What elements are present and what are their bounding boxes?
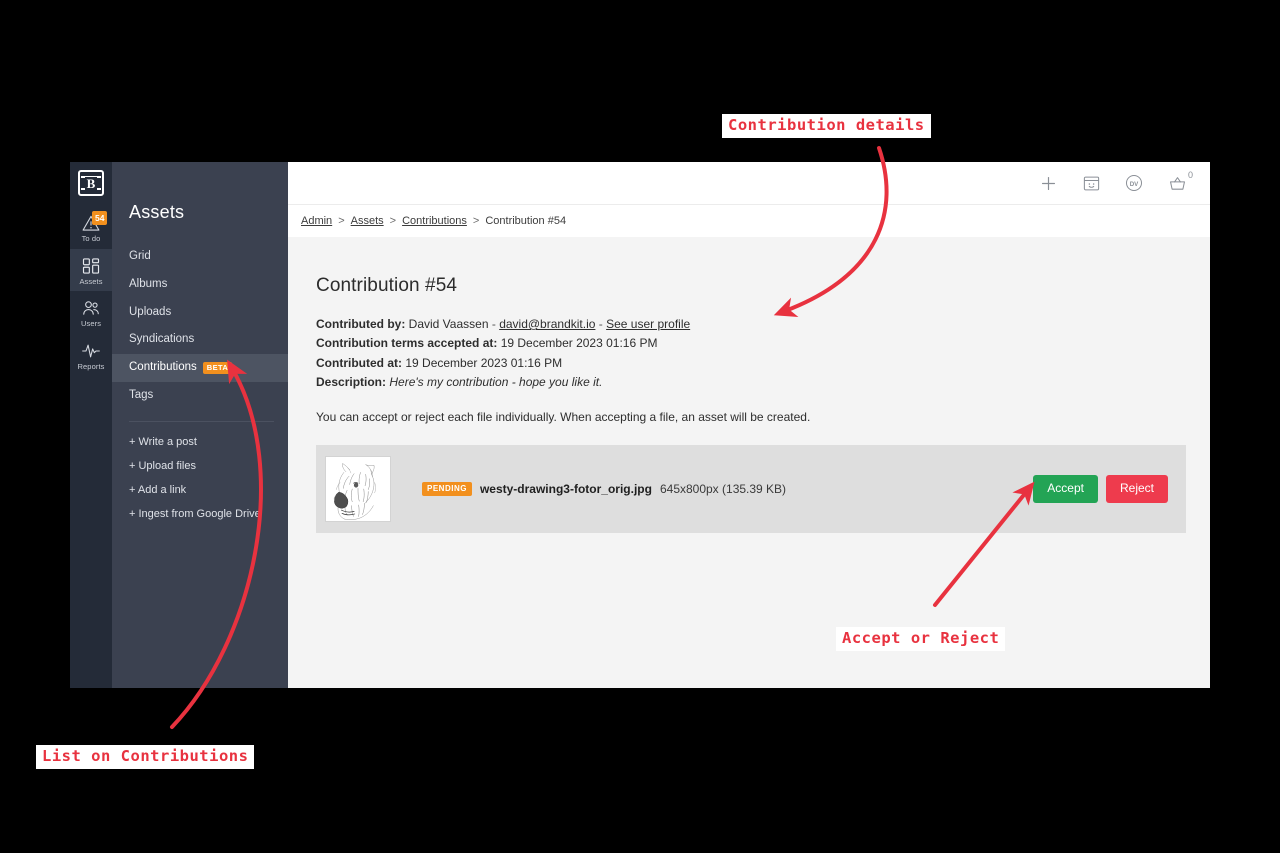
nav-action-add-a-link[interactable]: + Add a link [112,478,288,502]
breadcrumb-item-admin[interactable]: Admin [301,215,332,227]
file-thumbnail[interactable] [325,455,391,522]
helper-text: You can accept or reject each file indiv… [316,409,811,424]
plus-icon[interactable] [1037,172,1059,194]
sidebar-item-albums[interactable]: Albums [112,271,288,299]
status-badge: PENDING [422,481,472,496]
svg-text:DV: DV [1130,181,1139,188]
basket-count: 0 [1187,170,1193,180]
breadcrumb-item-assets[interactable]: Assets [351,215,384,227]
brandkit-logo-icon[interactable]: B [78,170,104,196]
meta-label: Description: [316,375,387,390]
breadcrumb-separator: > [389,215,397,227]
file-actions: Accept Reject [1033,474,1168,503]
annotation-list-on-contributions: List on Contributions [36,745,255,770]
reject-button[interactable]: Reject [1105,474,1168,503]
rail-item-todo-label: To do [81,234,101,243]
pencil-sketch-dog-image [326,456,390,521]
beta-badge: BETA [202,362,233,375]
todo-badge: 54 [92,211,108,225]
rail-item-reports[interactable]: Reports [70,334,112,377]
sidebar-item-uploads[interactable]: Uploads [112,299,288,327]
avatar[interactable]: DV [1123,172,1145,194]
sidebar-item-grid[interactable]: Grid [112,243,288,271]
annotation-contribution-details: Contribution details [722,114,931,139]
sidebar-item-syndications[interactable]: Syndications [112,326,288,354]
meta-contributed-by: Contributed by: David Vaassen - david@br… [316,315,1186,334]
main-content-column: DV 0 Admin > Assets > Contributions > Co… [288,162,1210,688]
meta-dash: - [598,317,603,331]
meta-contributed-at: Contributed at: 19 December 2023 01:16 P… [316,354,1186,373]
top-bar: DV 0 [288,162,1210,204]
meta-label: Contributed at: [316,355,402,370]
meta-value: Here's my contribution - hope you like i… [389,375,603,390]
rail-item-assets-label: Assets [79,276,103,286]
meta-label: Contribution terms accepted at: [316,336,498,351]
nav-action-ingest-from-google-drive[interactable]: + Ingest from Google Drive [112,502,288,526]
page-title: Contribution #54 [316,275,458,296]
file-name: westy-drawing3-fotor_orig.jpg [479,481,652,496]
contributor-email-link[interactable]: david@brandkit.io [499,317,595,331]
meta-value: 19 December 2023 01:16 PM [405,355,563,370]
sidebar-item-contributions[interactable]: Contributions BETA [112,354,288,382]
file-meta: PENDING westy-drawing3-fotor_orig.jpg 64… [391,481,1033,496]
rail-item-users-label: Users [80,319,102,328]
primary-icon-rail: B 54 To do Assets Users Reports [70,162,112,688]
rail-item-users[interactable]: Users [70,291,112,334]
rail-item-assets[interactable]: Assets [70,248,112,291]
app-window: B 54 To do Assets Users Reports Assets G… [70,162,1210,688]
meta-value: David Vaassen [408,317,489,331]
sidebar-item-label: Grid [129,250,151,262]
pulse-icon [81,341,101,361]
warning-triangle-icon: 54 [81,211,108,233]
breadcrumb-item-contributions[interactable]: Contributions [402,215,467,227]
sidebar-item-tags[interactable]: Tags [112,382,288,410]
secondary-nav-panel: Assets Grid Albums Uploads Syndications … [112,162,288,688]
contribution-file-row: PENDING westy-drawing3-fotor_orig.jpg 64… [316,444,1186,533]
nav-panel-title: Assets [129,202,185,222]
accept-button[interactable]: Accept [1033,474,1098,503]
meta-label: Contributed by: [316,317,406,331]
sidebar-item-label: Contributions [129,361,197,374]
see-user-profile-link[interactable]: See user profile [606,317,690,331]
file-dimensions: 645x800px (135.39 KB) [659,481,787,496]
annotation-accept-or-reject: Accept or Reject [836,627,1006,652]
breadcrumb-separator: > [472,215,480,227]
sidebar-item-label: Syndications [129,333,195,346]
content-area: Contribution #54 Contributed by: David V… [288,237,1210,688]
grid-blocks-icon [81,256,101,276]
meta-terms-accepted-at: Contribution terms accepted at: 19 Decem… [316,334,1186,353]
breadcrumb-item-current: Contribution #54 [485,215,567,227]
breadcrumb: Admin > Assets > Contributions > Contrib… [288,204,1210,237]
rail-item-reports-label: Reports [77,361,105,371]
logo-letter: B [84,175,98,191]
breadcrumb-separator: > [338,215,345,227]
nav-divider [129,420,274,422]
rail-item-todo[interactable]: 54 To do [70,206,112,249]
users-icon [81,298,101,318]
meta-value: 19 December 2023 01:16 PM [500,336,658,351]
nav-action-write-a-post[interactable]: + Write a post [112,430,288,454]
sidebar-item-label: Tags [129,388,154,401]
sidebar-item-label: Uploads [129,305,172,318]
nav-action-upload-files[interactable]: + Upload files [112,454,288,478]
meta-dash: - [491,317,496,331]
meta-description: Description: Here's my contribution - ho… [316,373,1186,392]
screenshot-canvas: B 54 To do Assets Users Reports Assets G… [0,0,1280,853]
sidebar-item-label: Albums [129,277,168,290]
basket-icon[interactable]: 0 [1166,171,1193,194]
window-face-icon[interactable] [1080,172,1102,194]
